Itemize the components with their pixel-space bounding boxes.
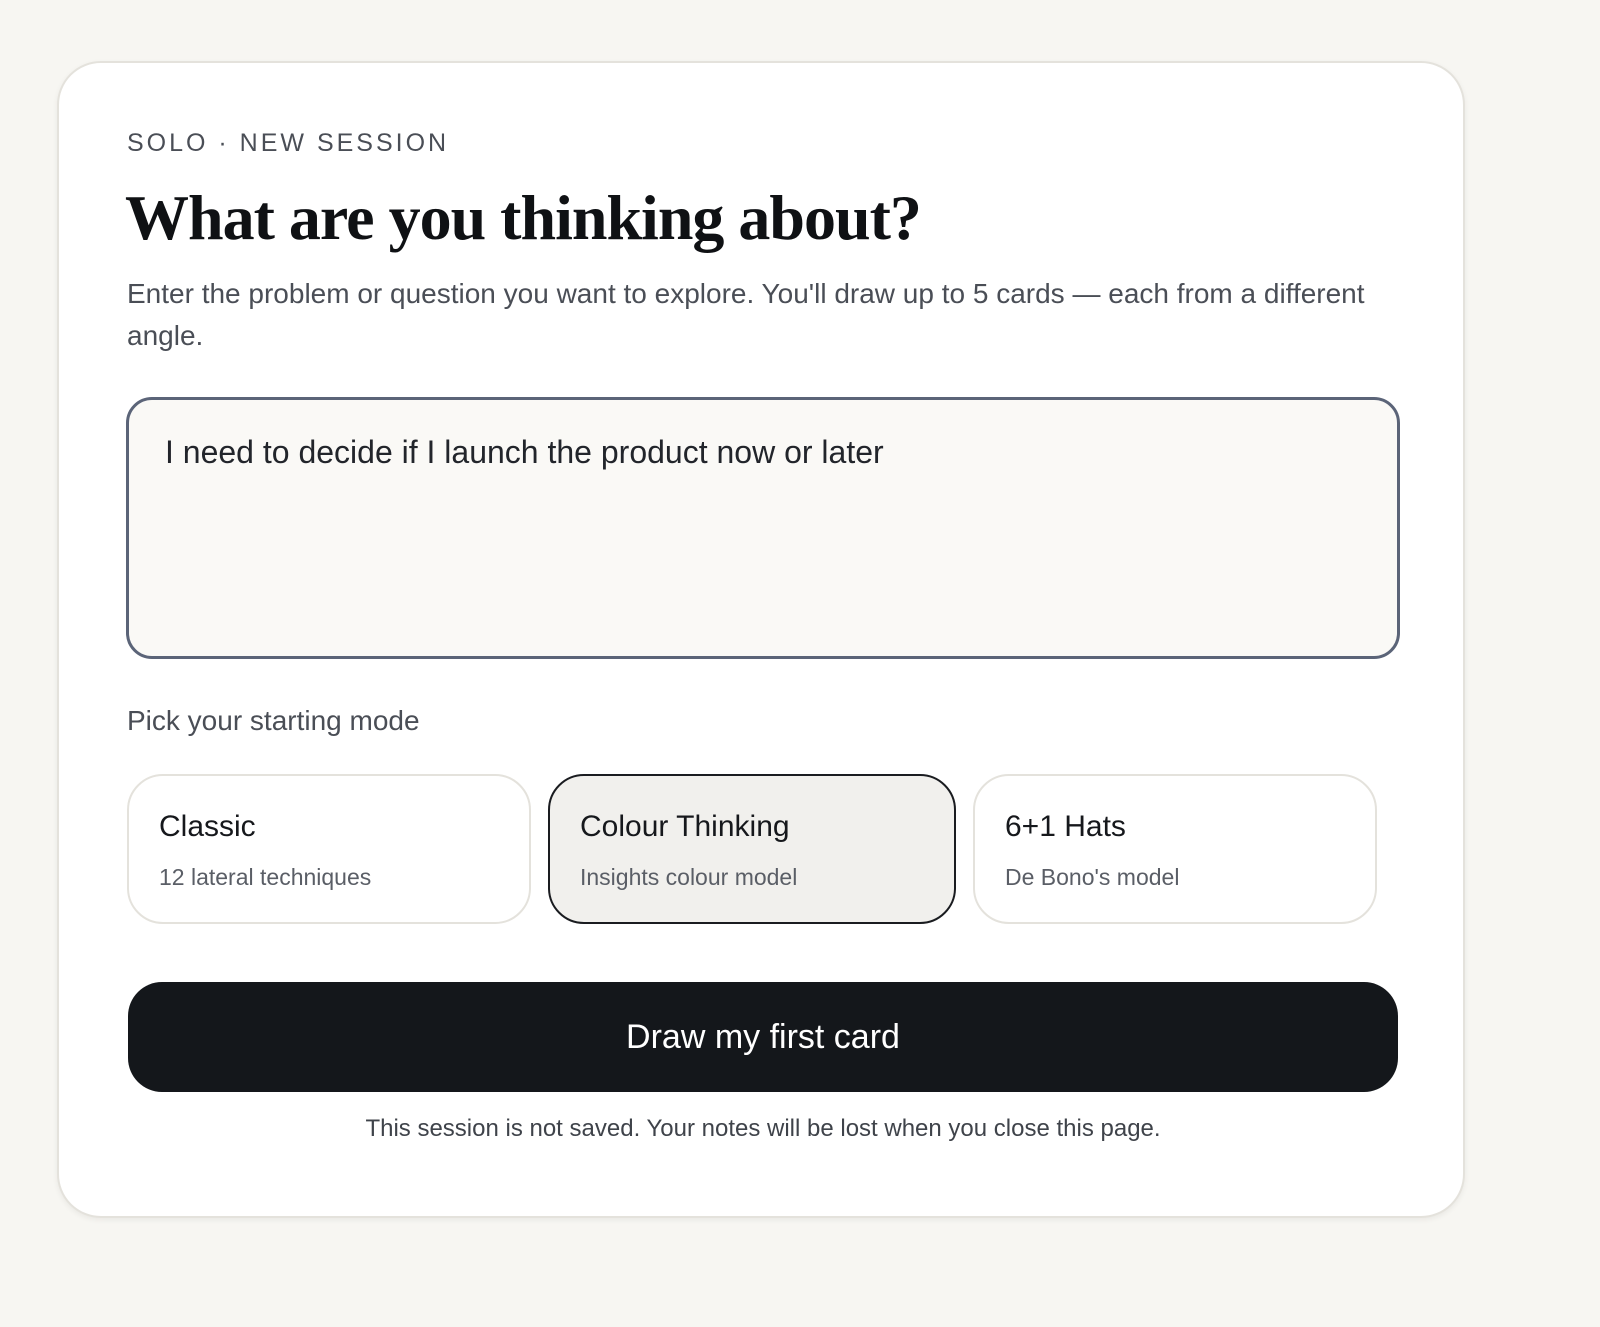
mode-name: Classic (159, 810, 256, 843)
page-title: What are you thinking about? (125, 182, 922, 253)
session-eyebrow: SOLO · NEW SESSION (127, 129, 450, 157)
draw-card-button[interactable]: Draw my first card (128, 982, 1398, 1092)
mode-option-classic[interactable]: Classic 12 lateral techniques (127, 774, 531, 924)
mode-option-six-hats[interactable]: 6+1 Hats De Bono's model (973, 774, 1377, 924)
mode-label: Pick your starting mode (127, 705, 420, 736)
mode-name: 6+1 Hats (1005, 810, 1126, 843)
session-card: SOLO · NEW SESSION What are you thinking… (57, 61, 1465, 1218)
page-description: Enter the problem or question you want t… (127, 278, 1365, 351)
mode-subtitle: 12 lateral techniques (159, 864, 372, 890)
session-not-saved-note: This session is not saved. Your notes wi… (365, 1115, 1161, 1142)
mode-name: Colour Thinking (580, 810, 790, 843)
mode-subtitle: De Bono's model (1005, 864, 1180, 890)
problem-input[interactable]: I need to decide if I launch the product… (126, 397, 1400, 659)
mode-options: Classic 12 lateral techniques Colour Thi… (127, 774, 1397, 924)
mode-option-colour-thinking[interactable]: Colour Thinking Insights colour model (548, 774, 956, 924)
mode-subtitle: Insights colour model (580, 864, 798, 890)
